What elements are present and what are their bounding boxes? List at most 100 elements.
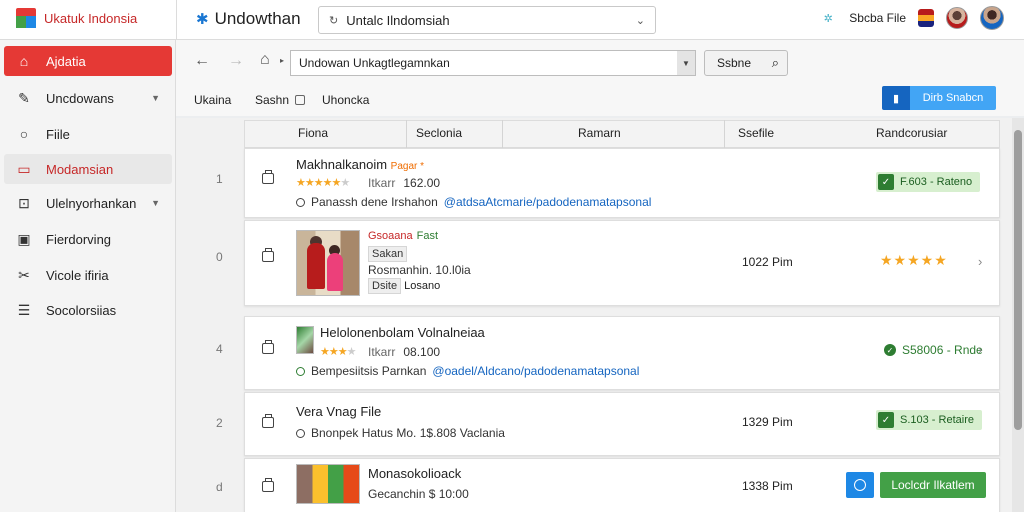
bag-icon[interactable] — [262, 170, 274, 184]
rating-stars[interactable]: ★★★★★ — [880, 252, 948, 269]
row-action-button[interactable]: Loclcdr Ilkatlem — [846, 472, 986, 498]
row-title[interactable]: Vera Vnag File — [296, 404, 381, 419]
row-number: 2 — [216, 416, 223, 430]
sidebar-item-label: Uncdowans — [46, 90, 114, 106]
circle-icon: ○ — [19, 126, 29, 142]
row-title[interactable]: Gsoaana Fast — [368, 230, 438, 242]
sidebar-item-vicole-ifiria[interactable]: ✂ Vicole ifiria — [4, 260, 172, 290]
brand-name: Ukatuk Indonsia — [44, 10, 138, 26]
row-photo[interactable] — [296, 464, 360, 504]
caret-icon[interactable]: ▸ — [280, 56, 284, 65]
top-search-input[interactable]: ↻ Untalc Ilndomsiah ⌄ — [318, 6, 656, 34]
sidebar-item-uncdowans[interactable]: ✎ Uncdowans ▼ — [4, 83, 172, 113]
primary-action-button[interactable]: ▮ Dirb Snabcn — [882, 86, 996, 110]
bag-icon[interactable] — [262, 340, 274, 354]
top-divider — [176, 0, 177, 40]
column-divider — [502, 120, 503, 148]
column-header[interactable]: Randcorusiar — [876, 126, 947, 140]
edit-box-icon: ⊡ — [18, 194, 30, 211]
image-icon: ▣ — [17, 230, 31, 247]
row-meta: Rosmanhin. 10.l0ia — [368, 263, 471, 277]
sidebar-item-label: Ulelnyorhankan — [46, 195, 137, 211]
check-icon: ✓ — [878, 174, 894, 190]
sidebar-item-label: Fierdorving — [46, 231, 112, 247]
chevron-down-icon[interactable]: ▼ — [151, 198, 160, 208]
top-right-label[interactable]: Sbcba File — [849, 11, 906, 25]
column-divider — [406, 120, 407, 148]
row-label-group: Dsite Losano — [368, 278, 440, 294]
chevron-right-icon[interactable]: › — [978, 254, 982, 269]
column-header[interactable]: Ssefile — [738, 126, 774, 140]
address-input[interactable]: Undowan Unkagtlegamnkan ▼ — [290, 50, 696, 76]
brand-logo-icon — [16, 8, 36, 28]
row-thumbnail[interactable] — [296, 326, 314, 354]
sidebar-item-modamsian[interactable]: ▭ Modamsian — [4, 154, 172, 184]
column-header[interactable]: Fiona — [298, 126, 328, 140]
avatar[interactable] — [946, 7, 968, 29]
flag-icon[interactable] — [918, 9, 934, 27]
row-time: 1329 Pim — [742, 415, 793, 429]
app-title: ✱ Undowthan — [196, 9, 301, 29]
list-icon: ☰ — [17, 301, 31, 318]
circle-icon — [296, 428, 305, 438]
circle-icon[interactable] — [846, 472, 874, 498]
avatar-profile[interactable] — [980, 6, 1004, 30]
status-badge[interactable]: ✓ S.103 - Retaire — [876, 410, 982, 430]
toolbar-item-sashn[interactable]: Sashn — [255, 93, 306, 107]
circle-icon — [296, 197, 305, 207]
row-number: d — [216, 480, 223, 494]
row-title[interactable]: Makhnalkanoim Pagar * — [296, 157, 424, 172]
search-button[interactable]: Ssbne ⌕ — [704, 50, 788, 76]
row-title[interactable]: Helolonenbolam Volnalneiaa — [320, 325, 485, 340]
checkbox-icon[interactable] — [295, 95, 306, 105]
status-badge[interactable]: ✓ F.603 - Rateno — [876, 172, 981, 192]
toolbar-item-uhoncka[interactable]: Uhoncka — [322, 93, 369, 107]
row-time: 1022 Pim — [742, 255, 793, 269]
chevron-right-icon[interactable]: › — [978, 342, 982, 357]
row-title[interactable]: Monasokolioack — [368, 466, 461, 481]
sidebar-item-fierdorving[interactable]: ▣ Fierdorving — [4, 224, 172, 254]
check-icon: ✓ — [878, 412, 894, 428]
scrollbar[interactable] — [1012, 118, 1024, 512]
circle-icon — [296, 366, 305, 376]
sidebar-item-ajdatia[interactable]: ⌂ Ajdatia — [4, 46, 172, 76]
brand[interactable]: Ukatuk Indonsia — [16, 8, 137, 28]
row-action-label[interactable]: Loclcdr Ilkatlem — [880, 472, 986, 498]
sidebar-item-label: Vicole ifiria — [46, 267, 109, 283]
column-header[interactable]: Ramarn — [578, 126, 621, 140]
row-photo[interactable] — [296, 230, 360, 296]
tools-icon: ✂ — [18, 266, 30, 283]
row-link[interactable]: @atdsaAtcmarie/padodenamatapsonal — [444, 195, 652, 209]
home-icon: ⌂ — [19, 53, 29, 69]
primary-action-label: Dirb Snabcn — [910, 86, 996, 110]
column-header[interactable]: Seclonia — [416, 126, 462, 140]
sidebar-item-ulelnyorhankan[interactable]: ⊡ Ulelnyorhankan ▼ — [4, 188, 172, 218]
sidebar-item-fiile[interactable]: ○ Fiile — [4, 119, 172, 149]
row-link[interactable]: @oadel/Aldcano/padodenamatapsonal — [432, 364, 639, 378]
toolbar-item-ukaina[interactable]: Ukaina — [194, 93, 231, 107]
bag-icon[interactable] — [262, 478, 274, 492]
row-meta: Itkarr 162.00 — [368, 176, 441, 190]
bag-icon[interactable] — [262, 414, 274, 428]
row-number: 1 — [216, 172, 223, 186]
bag-icon[interactable] — [262, 248, 274, 262]
address-value: Undowan Unkagtlegamnkan — [299, 56, 450, 70]
bookmark-icon: ▮ — [882, 86, 910, 110]
row-meta: Itkarr 08.100 — [368, 345, 441, 359]
home-outline-icon[interactable]: ⌂ — [260, 51, 270, 69]
chevron-down-icon[interactable]: ▼ — [151, 93, 160, 103]
scrollbar-thumb[interactable] — [1014, 130, 1022, 430]
forward-arrow-icon[interactable]: → — [228, 52, 244, 70]
row-description: Bempesiitsis Parnkan @oadel/Aldcano/padod… — [296, 364, 639, 378]
row-number: 0 — [216, 250, 223, 264]
rating-stars: ★★★★★★ — [296, 177, 350, 189]
dropdown-arrow-icon[interactable]: ▼ — [677, 51, 695, 75]
chevron-down-icon[interactable]: ⌄ — [636, 14, 645, 27]
row-time: 1338 Pim — [742, 479, 793, 493]
sidebar-item-socolorsiias[interactable]: ☰ Socolorsiias — [4, 295, 172, 325]
check-circle-icon: ✓ — [884, 344, 896, 356]
sidebar-item-label: Ajdatia — [46, 53, 86, 69]
column-divider — [724, 120, 725, 148]
back-arrow-icon[interactable]: ← — [194, 52, 210, 70]
sparkle-small-icon[interactable]: ✲ — [819, 9, 837, 27]
